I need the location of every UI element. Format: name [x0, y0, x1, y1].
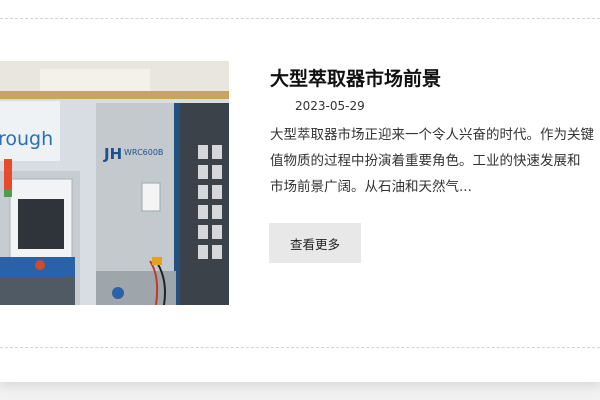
- top-divider: [0, 18, 600, 19]
- article-excerpt: 大型萃取器市场正迎来一个令人兴奋的时代。作为关键 值物质的过程中扮演着重要角色。…: [270, 122, 600, 202]
- bottom-divider: [0, 347, 600, 348]
- excerpt-line: 市场前景广阔。从石油和天然气...: [270, 179, 472, 195]
- article-date: 2023-05-29: [295, 99, 365, 113]
- wall-sign-text: rough: [0, 128, 53, 150]
- view-more-button[interactable]: 查看更多: [269, 223, 361, 263]
- article-card: rough JH WRC600B 大型萃取器市场前景 2023-05-29 大型…: [0, 0, 600, 382]
- article-thumbnail[interactable]: rough JH WRC600B: [0, 61, 229, 305]
- machine-photo: rough JH WRC600B: [0, 61, 229, 305]
- machine-brand-label: JH: [103, 145, 122, 163]
- machine-model-label: WRC600B: [124, 148, 163, 157]
- article-title[interactable]: 大型萃取器市场前景: [270, 64, 600, 91]
- excerpt-line: 大型萃取器市场正迎来一个令人兴奋的时代。作为关键: [270, 127, 594, 143]
- excerpt-line: 值物质的过程中扮演着重要角色。工业的快速发展和: [270, 153, 581, 169]
